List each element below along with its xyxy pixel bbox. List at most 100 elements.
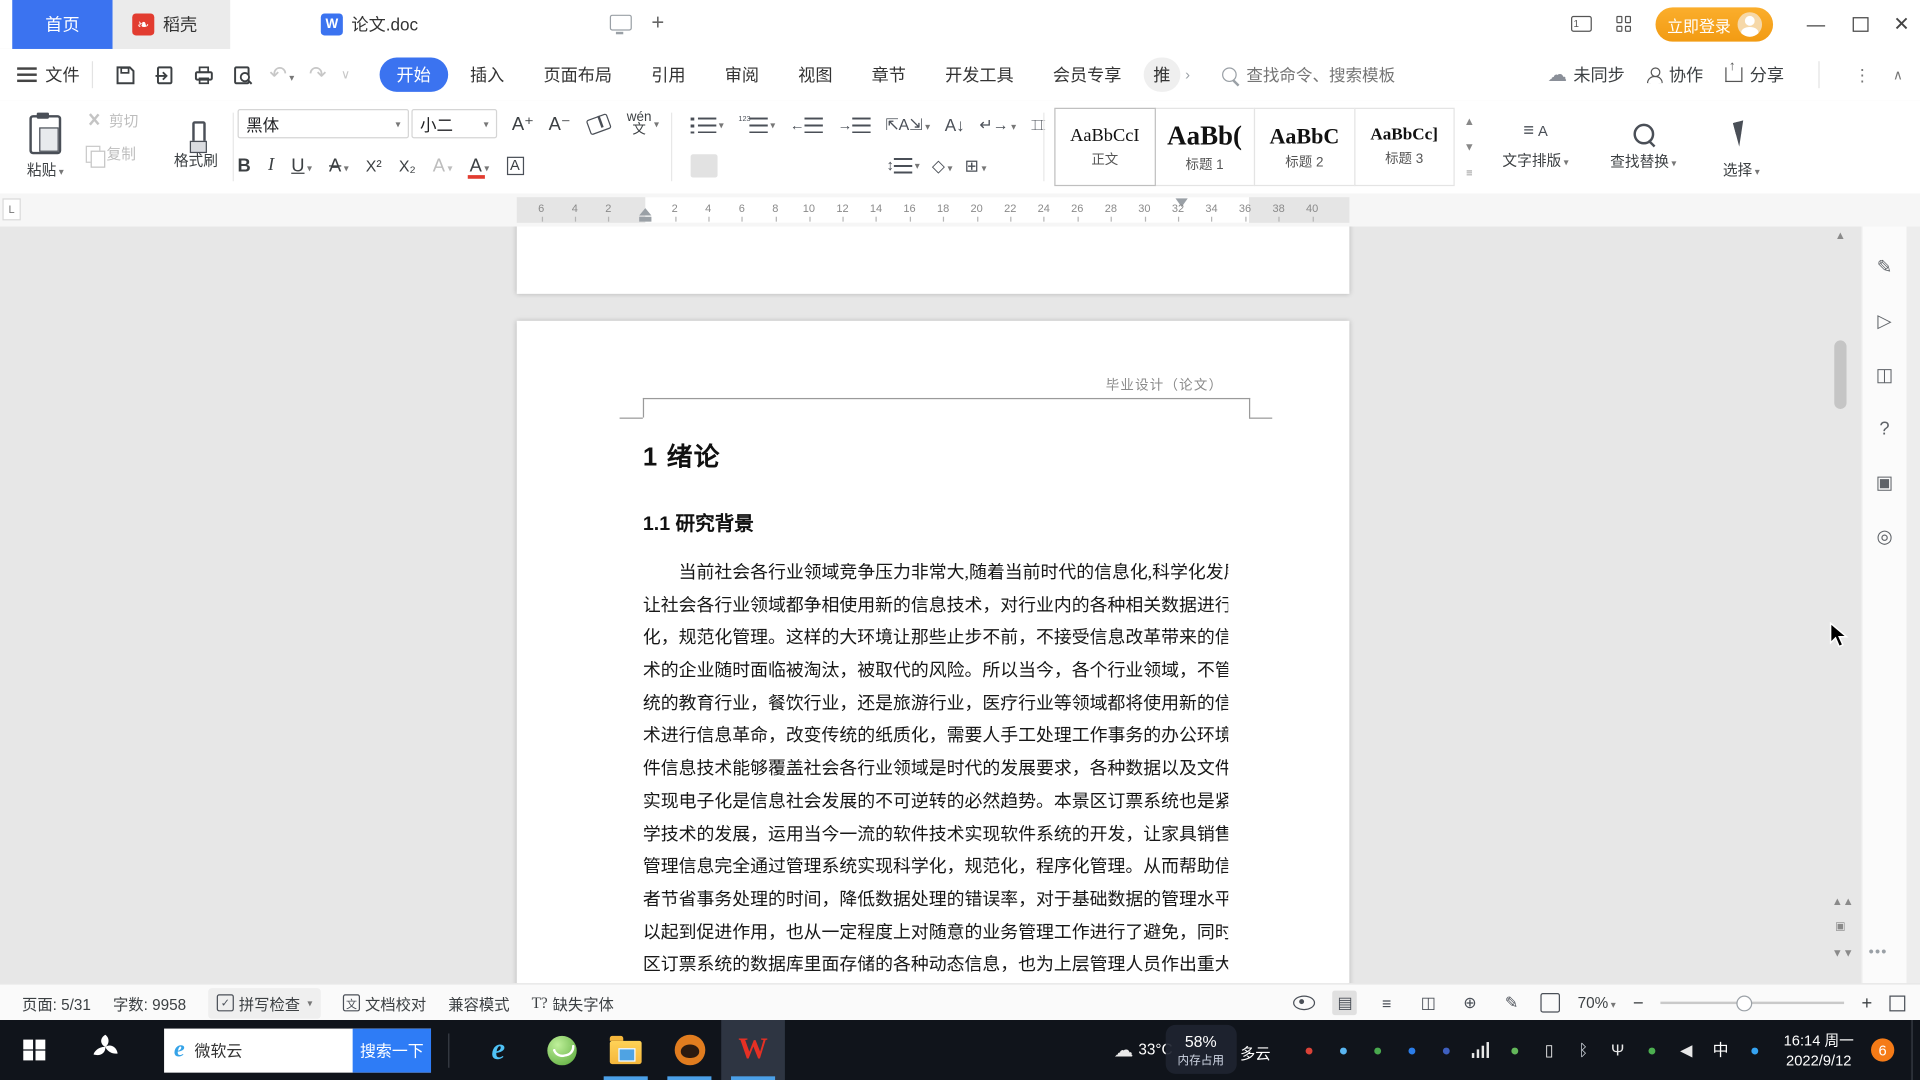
format-painter-button[interactable]: 格式刷 [167, 107, 226, 188]
ribbon-tab-8[interactable]: 开发工具 [928, 58, 1031, 92]
border-icon[interactable]: ⊞ ▾ [965, 155, 987, 176]
screenshot-icon[interactable]: ▣ [1871, 469, 1898, 496]
edit-pen-icon[interactable]: ✎ [1499, 991, 1523, 1015]
tray-icon-usb[interactable]: Ψ [1609, 1041, 1627, 1059]
hanging-indent-marker[interactable] [639, 208, 652, 216]
undo-icon[interactable]: ↶ ▾ [269, 62, 294, 86]
tray-icon-mouse[interactable]: ▯ [1540, 1041, 1558, 1059]
highlight-button[interactable]: A ▾ [433, 155, 453, 176]
zoom-slider[interactable] [1660, 995, 1845, 1012]
number-list-icon[interactable]: ▾ [738, 116, 775, 133]
increase-font-icon[interactable]: A⁺ [507, 109, 539, 138]
share-button[interactable]: 分享 [1725, 59, 1784, 86]
sync-status[interactable]: ☁ 未同步 [1548, 62, 1625, 86]
export-icon[interactable] [151, 64, 178, 85]
word-count[interactable]: 字数: 9958 [113, 991, 186, 1014]
ribbon-tab-5[interactable]: 审阅 [708, 58, 777, 92]
compat-mode[interactable]: 兼容模式 [448, 991, 509, 1014]
tab-document[interactable]: W 论文.doc [301, 0, 547, 49]
read-view-icon[interactable]: ◫ [1416, 991, 1440, 1015]
taskbar-app-wps[interactable]: W [721, 1020, 785, 1080]
style-more-icon[interactable]: ≡ [1466, 167, 1472, 179]
restore-button[interactable] [1839, 0, 1881, 49]
taskbar-app-360browser[interactable] [530, 1020, 594, 1080]
pinyin-guide-icon[interactable]: wén 文 ▾ [622, 109, 664, 138]
superscript-button[interactable]: X² [366, 156, 382, 174]
tray-icon-360-shield[interactable]: ● [1403, 1041, 1421, 1059]
memory-float-ball[interactable]: 58% 内存占用 [1165, 1024, 1237, 1074]
select-tool[interactable]: 选择 ▾ [1702, 107, 1780, 188]
zoom-out-icon[interactable]: − [1633, 992, 1644, 1013]
print-icon[interactable] [190, 64, 217, 85]
justify-icon[interactable] [808, 154, 835, 177]
align-center-icon[interactable] [730, 154, 757, 177]
tray-icon-quark[interactable]: ● [1746, 1041, 1764, 1059]
character-border-button[interactable]: A [506, 156, 524, 175]
subscript-button[interactable]: X₂ [399, 156, 416, 174]
missing-font-button[interactable]: T? 缺失字体 [532, 991, 614, 1014]
outline-view-icon[interactable]: ≡ [1374, 991, 1398, 1015]
taskbar-pinwheel-app[interactable] [91, 1032, 120, 1068]
left-indent-marker[interactable] [639, 216, 652, 222]
more-menu-icon[interactable]: ⋮ [1854, 64, 1871, 85]
app-grid-icon[interactable] [1616, 15, 1632, 32]
fit-page-icon[interactable] [1540, 993, 1561, 1013]
ribbon-tab-6[interactable]: 视图 [781, 58, 850, 92]
taskbar-search-button[interactable]: 搜索一下 [352, 1027, 432, 1073]
bold-button[interactable]: B [238, 155, 251, 176]
wrap-mark-icon[interactable]: ↵→ ▾ [979, 115, 1016, 135]
fullscreen-icon[interactable] [1889, 994, 1906, 1011]
login-button[interactable]: 立即登录 [1655, 7, 1774, 42]
show-desktop-button[interactable] [1911, 1020, 1920, 1080]
zoom-level[interactable]: 70% ▾ [1578, 994, 1616, 1011]
read-tool-icon[interactable]: ◫ [1871, 361, 1898, 388]
page-select-icon[interactable]: ▣ [1832, 920, 1849, 933]
decrease-font-icon[interactable]: A⁻ [544, 109, 576, 138]
tray-icon-network[interactable] [1471, 1041, 1490, 1059]
ribbon-tab-1[interactable]: 开始 [379, 57, 448, 92]
distribute-icon[interactable] [847, 154, 874, 177]
page-indicator[interactable]: 页面: 5/31 [22, 991, 91, 1014]
ribbon-tab-2[interactable]: 插入 [453, 58, 522, 92]
text-layout-tool[interactable]: 文字排版▾ [1496, 107, 1574, 188]
tray-icon-green-app[interactable]: ● [1369, 1041, 1387, 1059]
cut-button[interactable]: 剪切 [86, 110, 138, 131]
annotate-pen-icon[interactable]: ✎ [1871, 253, 1898, 280]
scrollbar-thumb[interactable] [1834, 340, 1847, 409]
collaborate-button[interactable]: 协作 [1646, 62, 1703, 86]
eye-protect-icon[interactable] [1293, 995, 1316, 1011]
font-color-button[interactable]: A ▾ [470, 155, 490, 176]
scroll-up-icon[interactable]: ▲ [1832, 229, 1849, 241]
style-scroll-up-icon[interactable]: ▲ [1464, 115, 1475, 127]
strikethrough-button[interactable]: A ▾ [329, 155, 349, 176]
save-icon[interactable] [111, 64, 138, 85]
tray-icon-green-dot[interactable]: ● [1643, 1041, 1661, 1059]
clear-format-icon[interactable] [583, 109, 615, 138]
command-search[interactable] [1221, 64, 1433, 86]
taskbar-app-file-explorer[interactable] [594, 1020, 658, 1080]
quickbar-dropdown-icon[interactable]: ∨ [341, 68, 350, 81]
page-view-icon[interactable]: ▤ [1332, 990, 1358, 1016]
italic-button[interactable]: I [268, 155, 274, 176]
font-name-select[interactable]: 黑体 ▾ [237, 108, 409, 139]
notification-badge[interactable]: 6 [1871, 1038, 1895, 1062]
font-size-select[interactable]: 小二 ▾ [411, 108, 498, 139]
zoom-knob[interactable] [1736, 995, 1753, 1012]
tab-stop-icon[interactable]: ⌶⌶ [1031, 116, 1046, 134]
ribbon-tab-10[interactable]: 推 [1143, 57, 1181, 92]
find-replace-tool[interactable]: 查找替换 ▾ [1604, 107, 1682, 188]
taskbar-app-ie[interactable]: e [467, 1020, 531, 1080]
ribbon-tab-3[interactable]: 页面布局 [526, 58, 629, 92]
style-item-3[interactable]: AaBbC 标题 2 [1253, 107, 1355, 187]
ribbon-tab-4[interactable]: 引用 [634, 58, 703, 92]
char-scale-icon[interactable]: ⇱A⇲ ▾ [885, 114, 930, 136]
sort-icon[interactable]: A↓ [945, 115, 965, 135]
style-item-4[interactable]: AaBbCc] 标题 3 [1353, 107, 1455, 187]
print-preview-icon[interactable] [229, 64, 256, 85]
select-tool-icon[interactable]: ▷ [1871, 307, 1898, 334]
new-tab-button[interactable]: + [651, 10, 664, 36]
ruler-corner-icon[interactable]: L [2, 198, 21, 221]
proofread-button[interactable]: 文 文档校对 [342, 991, 426, 1014]
align-right-icon[interactable] [769, 154, 796, 177]
line-spacing-icon[interactable]: ↕ ▾ [887, 157, 920, 174]
